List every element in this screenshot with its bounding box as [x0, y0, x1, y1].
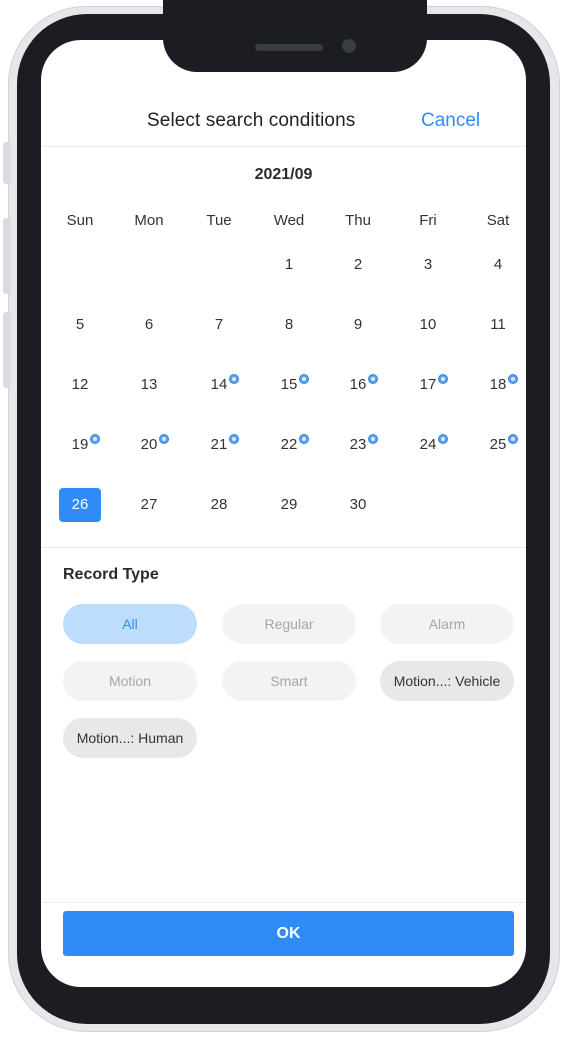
recording-indicator-icon: [229, 374, 239, 384]
calendar-day-9[interactable]: 9: [336, 308, 380, 342]
weekday-label-fri: Fri: [419, 212, 437, 229]
weekday-label-mon: Mon: [134, 212, 164, 229]
weekday-label-sat: Sat: [486, 212, 510, 229]
calendar-day-5[interactable]: 5: [58, 308, 102, 342]
cancel-button[interactable]: Cancel: [421, 110, 480, 132]
calendar-day-6[interactable]: 6: [127, 308, 171, 342]
recording-indicator-icon: [159, 434, 169, 444]
camera-lens: [342, 39, 356, 53]
record-type-chip-regular[interactable]: Regular: [222, 604, 356, 644]
weekday-label-thu: Thu: [345, 212, 371, 229]
record-type-chip-motion-vehicle[interactable]: Motion...: Vehicle: [380, 661, 514, 701]
recording-indicator-icon: [368, 434, 378, 444]
recording-indicator-icon: [368, 374, 378, 384]
calendar-day-12[interactable]: 12: [58, 368, 102, 402]
calendar-day-26[interactable]: 26: [59, 488, 101, 522]
recording-indicator-icon: [438, 374, 448, 384]
weekday-label-wed: Wed: [273, 212, 305, 229]
month-title: 2021/09: [254, 166, 313, 183]
calendar-divider: [42, 547, 526, 548]
calendar-day-7[interactable]: 7: [197, 308, 241, 342]
recording-indicator-icon: [508, 374, 518, 384]
record-type-chip-motion[interactable]: Motion: [63, 661, 197, 701]
record-type-chip-alarm[interactable]: Alarm: [380, 604, 514, 644]
record-type-label: Record Type: [63, 566, 159, 583]
recording-indicator-icon: [438, 434, 448, 444]
calendar-day-3[interactable]: 3: [406, 248, 450, 282]
record-type-chip-smart[interactable]: Smart: [222, 661, 356, 701]
footer-divider: [42, 902, 526, 903]
side-button-volume-up: [3, 218, 11, 294]
weekday-label-sun: Sun: [66, 212, 94, 229]
recording-indicator-icon: [229, 434, 239, 444]
recording-indicator-icon: [299, 434, 309, 444]
side-button-volume-down: [3, 312, 11, 388]
calendar-day-11[interactable]: 11: [476, 308, 520, 342]
record-type-chip-motion-human[interactable]: Motion...: Human: [63, 718, 197, 758]
calendar-day-29[interactable]: 29: [267, 488, 311, 522]
calendar-day-27[interactable]: 27: [127, 488, 171, 522]
header-divider: [42, 146, 526, 147]
calendar-day-2[interactable]: 2: [336, 248, 380, 282]
weekday-label-tue: Tue: [206, 212, 232, 229]
record-type-chip-all[interactable]: All: [63, 604, 197, 644]
calendar-day-30[interactable]: 30: [336, 488, 380, 522]
calendar-day-4[interactable]: 4: [476, 248, 520, 282]
recording-indicator-icon: [299, 374, 309, 384]
speaker-grille: [255, 44, 323, 51]
recording-indicator-icon: [90, 434, 100, 444]
calendar-day-28[interactable]: 28: [197, 488, 241, 522]
calendar-day-10[interactable]: 10: [406, 308, 450, 342]
calendar-day-8[interactable]: 8: [267, 308, 311, 342]
notch: [163, 0, 427, 72]
calendar-day-13[interactable]: 13: [127, 368, 171, 402]
recording-indicator-icon: [508, 434, 518, 444]
calendar-day-1[interactable]: 1: [267, 248, 311, 282]
page-title: Select search conditions: [147, 110, 356, 131]
ok-button[interactable]: OK: [63, 911, 514, 956]
